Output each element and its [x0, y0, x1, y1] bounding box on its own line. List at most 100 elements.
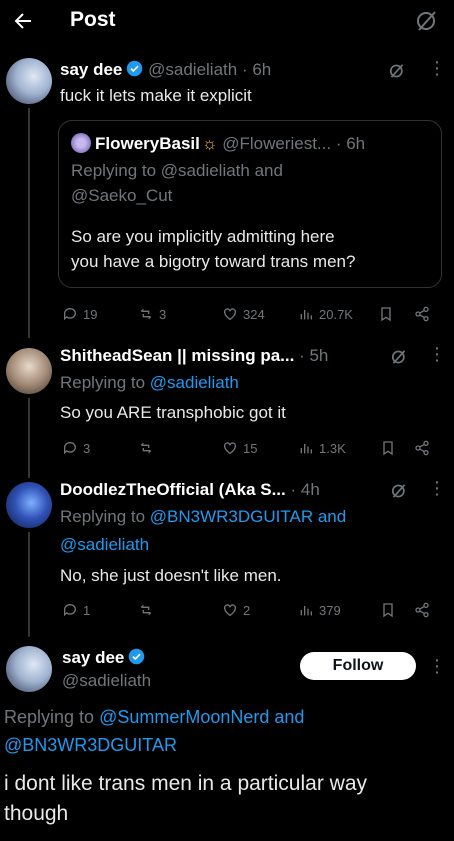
reply-button[interactable]: 3: [62, 440, 90, 456]
more-options-icon[interactable]: ⋮: [428, 58, 446, 79]
more-options-icon[interactable]: ⋮: [428, 478, 446, 499]
tweet-header: say dee @sadieliath · 6h: [60, 60, 271, 80]
back-arrow-icon[interactable]: [8, 6, 38, 36]
grok-icon[interactable]: [388, 62, 406, 85]
reply-prefix: Replying to: [60, 507, 150, 526]
like-count: 324: [243, 306, 265, 322]
reply-icon: [64, 308, 76, 321]
retweet-icon: [140, 604, 152, 616]
reply-count: 19: [83, 306, 98, 322]
timestamp[interactable]: · 4h: [291, 480, 320, 499]
share-icon: [415, 602, 429, 618]
bookmark-icon: [383, 603, 393, 618]
display-name[interactable]: say dee: [62, 648, 124, 667]
bookmark-button[interactable]: [378, 306, 394, 322]
quoted-tweet[interactable]: FloweryBasil ☼ @Floweriest... · 6h Replyi…: [58, 120, 442, 288]
verified-badge-icon: [129, 648, 145, 665]
reply-button[interactable]: 1: [62, 602, 90, 618]
reply-icon: [64, 604, 76, 617]
heart-icon: [224, 604, 236, 617]
reply-context: Replying to @sadieliath and: [71, 161, 283, 180]
more-options-icon[interactable]: ⋮: [428, 344, 446, 365]
avatar[interactable]: [6, 348, 52, 394]
like-button[interactable]: 2: [222, 602, 250, 618]
thread-line: [28, 398, 30, 478]
top-bar: Post: [0, 0, 454, 42]
tweet-text: fuck it lets make it explicit: [60, 86, 252, 105]
tweet-text: No, she just doesn't like men.: [60, 566, 282, 585]
avatar[interactable]: [6, 482, 52, 528]
share-icon: [415, 440, 429, 456]
tweet-text: though: [4, 802, 69, 825]
share-button[interactable]: [414, 440, 430, 456]
mention-link[interactable]: @sadieliath: [150, 373, 239, 392]
mention-link[interactable]: @SummerMoonNerd: [99, 707, 269, 727]
timestamp[interactable]: · 5h: [299, 346, 328, 365]
heart-icon: [224, 442, 236, 455]
views-icon: [300, 310, 312, 320]
views-button[interactable]: 379: [298, 602, 341, 618]
heart-icon: [224, 308, 236, 321]
reply-conjunction: and: [269, 707, 305, 727]
timestamp[interactable]: · 6h: [242, 60, 271, 79]
bookmark-icon: [381, 307, 391, 322]
follow-button[interactable]: Follow: [300, 652, 416, 680]
handle: @Floweriest...: [222, 134, 332, 153]
share-button[interactable]: [414, 602, 430, 618]
reply-button[interactable]: 19: [62, 306, 97, 322]
bookmark-icon: [383, 441, 393, 456]
view-count: 20.7K: [319, 306, 353, 322]
more-options-icon[interactable]: ⋮: [428, 656, 446, 677]
mention-link[interactable]: @BN3WR3DGUITAR: [150, 507, 313, 526]
mention-link[interactable]: @sadieliath: [60, 535, 149, 555]
retweet-icon: [140, 308, 152, 320]
tweet-text: i dont like trans men in a particular wa…: [4, 772, 367, 795]
tweet-header: ShitheadSean || missing pa... · 5h: [60, 346, 328, 366]
sun-emoji-icon: ☼: [201, 134, 218, 153]
avatar[interactable]: [6, 646, 52, 692]
display-name[interactable]: say dee: [60, 60, 122, 79]
display-name[interactable]: ShitheadSean || missing pa...: [60, 346, 294, 365]
quote-header: FloweryBasil ☼ @Floweriest... · 6h: [71, 133, 365, 154]
timestamp: · 6h: [335, 134, 366, 153]
handle[interactable]: @sadieliath: [62, 671, 151, 691]
display-name: FloweryBasil: [95, 134, 200, 153]
avatar: [71, 133, 91, 153]
reply-conjunction: and: [313, 507, 347, 526]
mention-link[interactable]: @BN3WR3DGUITAR: [4, 735, 177, 756]
reply-count: 3: [83, 440, 91, 456]
display-name[interactable]: DoodlezTheOfficial (Aka S...: [60, 480, 286, 499]
bookmark-button[interactable]: [380, 440, 396, 456]
views-button[interactable]: 20.7K: [298, 306, 353, 322]
share-button[interactable]: [414, 306, 430, 322]
avatar[interactable]: [6, 58, 52, 104]
like-count: 15: [243, 440, 258, 456]
retweet-button[interactable]: 3: [138, 306, 166, 322]
views-button[interactable]: 1.3K: [298, 440, 346, 456]
author-name-row: say dee: [62, 648, 145, 668]
view-count: 379: [319, 602, 341, 618]
reply-prefix: Replying to: [4, 707, 100, 727]
grok-icon[interactable]: [390, 482, 408, 505]
reply-context: Replying to @SummerMoonNerd and: [4, 707, 304, 728]
grok-icon[interactable]: [414, 8, 440, 34]
retweet-count: 3: [159, 306, 167, 322]
retweet-button[interactable]: [138, 440, 154, 456]
reply-context: Replying to @BN3WR3DGUITAR and: [60, 507, 346, 527]
bookmark-button[interactable]: [380, 602, 396, 618]
like-button[interactable]: 324: [222, 306, 265, 322]
tweet-header: DoodlezTheOfficial (Aka S... · 4h: [60, 480, 320, 500]
like-button[interactable]: 15: [222, 440, 257, 456]
handle[interactable]: @sadieliath: [148, 60, 237, 79]
quote-text: you have a bigotry toward trans men?: [71, 252, 356, 271]
views-icon: [300, 606, 312, 616]
thread-line: [28, 532, 30, 637]
grok-icon[interactable]: [390, 348, 408, 371]
reply-prefix: Replying to: [60, 373, 150, 392]
reply-context: @Saeko_Cut: [71, 186, 173, 205]
verified-badge-icon: [127, 60, 143, 77]
thread-line: [28, 108, 30, 338]
share-icon: [415, 306, 429, 322]
reply-context: Replying to @sadieliath: [60, 373, 239, 393]
retweet-button[interactable]: [138, 602, 154, 618]
